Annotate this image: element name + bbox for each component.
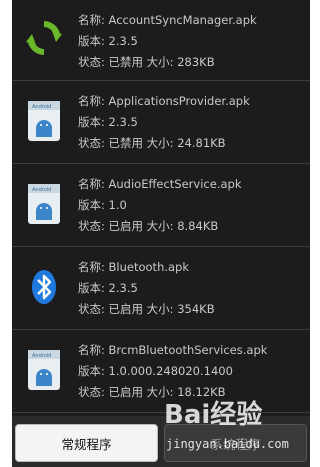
svg-text:Android: Android xyxy=(32,104,51,110)
app-status: 状态: 已禁用 大小: 283KB xyxy=(78,55,215,69)
app-list: 名称: AccountSyncManager.apk 版本: 2.3.5 状态:… xyxy=(12,0,310,413)
svg-text:Android: Android xyxy=(32,353,51,359)
app-list-panel: 名称: AccountSyncManager.apk 版本: 2.3.5 状态:… xyxy=(12,0,310,467)
app-status: 状态: 已启用 大小: 8.84KB xyxy=(78,219,219,233)
app-row-brcmbluetoothservices[interactable]: Android 名称: BrcmBluetoothServices.apk 版本… xyxy=(12,330,310,413)
app-row-audioeffectservice[interactable]: Android 名称: AudioEffectService.apk 版本: 1… xyxy=(12,164,310,247)
app-info: 名称: BrcmBluetoothServices.apk 版本: 1.0.00… xyxy=(78,340,267,403)
app-version: 版本: 1.0.000.248020.1400 xyxy=(78,364,233,378)
app-status: 状态: 已启用 大小: 354KB xyxy=(78,302,215,316)
app-name: 名称: AudioEffectService.apk xyxy=(78,177,242,191)
app-status: 状态: 已禁用 大小: 24.81KB xyxy=(78,136,226,150)
normal-apps-button[interactable]: 常规程序 xyxy=(15,424,158,462)
app-name: 名称: BrcmBluetoothServices.apk xyxy=(78,343,268,357)
app-info: 名称: ApplicationsProvider.apk 版本: 2.3.5 状… xyxy=(78,91,250,154)
app-status: 状态: 已启用 大小: 18.12KB xyxy=(78,385,226,399)
app-info: 名称: AudioEffectService.apk 版本: 1.0 状态: 已… xyxy=(78,174,241,237)
app-row-bluetooth[interactable]: 名称: Bluetooth.apk 版本: 2.3.5 状态: 已启用 大小: … xyxy=(12,247,310,330)
app-info: 名称: AccountSyncManager.apk 版本: 2.3.5 状态:… xyxy=(78,10,257,73)
app-version: 版本: 1.0 xyxy=(78,198,127,212)
system-apps-button[interactable]: 系统程序 xyxy=(164,424,307,462)
android-package-icon: Android xyxy=(28,101,60,141)
android-package-icon: Android xyxy=(28,184,60,224)
app-info: 名称: Bluetooth.apk 版本: 2.3.5 状态: 已启用 大小: … xyxy=(78,257,215,320)
app-row-applicationsprovider[interactable]: Android 名称: ApplicationsProvider.apk 版本:… xyxy=(12,81,310,164)
app-version: 版本: 2.3.5 xyxy=(78,34,138,48)
app-row-accountsyncmanager[interactable]: 名称: AccountSyncManager.apk 版本: 2.3.5 状态:… xyxy=(12,0,310,81)
app-version: 版本: 2.3.5 xyxy=(78,281,138,295)
bottom-bar: 常规程序 系统程序 xyxy=(12,416,310,467)
sync-icon xyxy=(24,18,64,58)
bluetooth-icon xyxy=(32,270,56,304)
app-name: 名称: ApplicationsProvider.apk xyxy=(78,94,250,108)
app-name: 名称: Bluetooth.apk xyxy=(78,260,190,274)
svg-text:Android: Android xyxy=(32,187,51,193)
app-name: 名称: AccountSyncManager.apk xyxy=(78,13,257,27)
android-package-icon: Android xyxy=(28,350,60,390)
app-version: 版本: 2.3.5 xyxy=(78,115,138,129)
